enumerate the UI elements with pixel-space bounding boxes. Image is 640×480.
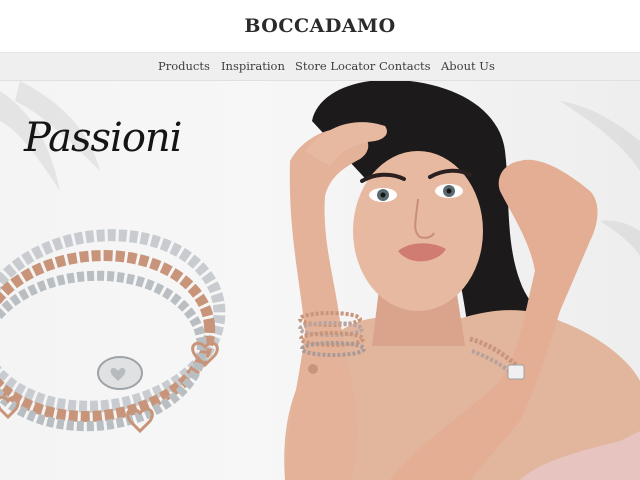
brand-logo[interactable]: BOCCADAMO	[244, 15, 395, 37]
nav-item-inspiration[interactable]: Inspiration	[221, 59, 285, 73]
main-nav: Products Inspiration Store Locator Conta…	[0, 52, 640, 81]
nav-item-store-locator[interactable]: Store Locator	[295, 59, 375, 73]
bracelet-product-image	[0, 229, 226, 434]
hero-title: Passioni	[24, 115, 182, 161]
nav-item-products[interactable]: Products	[158, 59, 210, 73]
nav-item-contacts[interactable]: Contacts	[379, 59, 431, 73]
model-photo	[284, 81, 640, 480]
nav-item-about-us[interactable]: About Us	[441, 59, 495, 73]
hero-banner[interactable]: Passioni	[0, 81, 640, 480]
site-header: BOCCADAMO	[0, 0, 640, 52]
